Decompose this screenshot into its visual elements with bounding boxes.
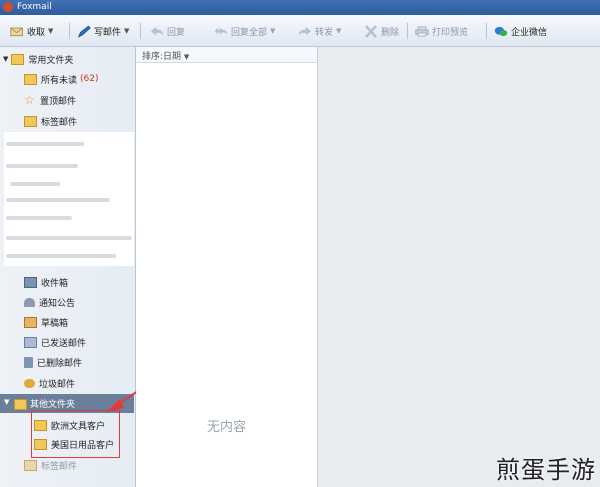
- inbox-icon: [24, 276, 37, 288]
- printer-icon: [415, 25, 429, 37]
- mail-list-pane: 排序:日期 ▼ 无内容: [136, 47, 318, 487]
- chevron-down-icon[interactable]: ▼: [270, 27, 275, 35]
- print-preview-label: 打印预览: [432, 27, 469, 38]
- chevron-down-icon[interactable]: ▼: [336, 27, 341, 35]
- forward-icon: [298, 26, 312, 35]
- draft-icon: [24, 316, 37, 328]
- tag-folder-icon: [24, 115, 37, 127]
- reply-all-icon: [214, 27, 228, 35]
- delete-button[interactable]: 删除: [364, 23, 399, 39]
- sort-header[interactable]: 排序:日期 ▼: [136, 47, 317, 63]
- reading-pane: [318, 47, 600, 487]
- compose-label: 写邮件: [94, 27, 122, 38]
- forward-button[interactable]: 转发 ▼: [298, 23, 341, 39]
- reply-all-button[interactable]: 回复全部 ▼: [214, 23, 275, 39]
- bell-icon: [24, 297, 35, 307]
- deleted-label: 已删除邮件: [37, 358, 83, 369]
- site-watermark: 煎蛋手游: [496, 456, 596, 484]
- junk-label: 垃圾邮件: [39, 379, 76, 390]
- foxmail-logo-icon: [3, 2, 13, 12]
- star-icon: ☆: [24, 93, 35, 107]
- sent-label: 已发送邮件: [41, 338, 87, 349]
- pinned-label: 置顶邮件: [40, 96, 77, 107]
- trash-icon: [24, 356, 33, 368]
- delete-label: 删除: [381, 27, 400, 38]
- inbox-label: 收件箱: [41, 278, 69, 289]
- pen-icon: [77, 25, 91, 38]
- drafts-label: 草稿箱: [41, 318, 69, 329]
- unread-count: (62): [80, 74, 99, 84]
- tagged-label: 标签邮件: [41, 117, 78, 128]
- expand-arrow-icon[interactable]: ▼: [4, 398, 9, 406]
- sent-icon: [24, 336, 37, 348]
- reply-button[interactable]: 回复: [150, 23, 185, 39]
- reply-label: 回复: [167, 27, 186, 38]
- all-unread-label: 所有未读: [41, 75, 78, 86]
- forward-label: 转发: [315, 27, 334, 38]
- redacted-account-area: [4, 132, 134, 266]
- chevron-down-icon: ▼: [183, 53, 190, 61]
- common-folders-label: 常用文件夹: [28, 55, 74, 66]
- reply-all-label: 回复全部: [231, 27, 268, 38]
- chevron-down-icon[interactable]: ▼: [48, 27, 53, 35]
- enterprise-wechat-label: 企业微信: [511, 27, 548, 38]
- delete-x-icon: [365, 24, 377, 38]
- annotation-highlight-box: [31, 410, 120, 458]
- compose-button[interactable]: 写邮件 ▼: [77, 23, 129, 39]
- toolbar: 收取 ▼ 写邮件 ▼ 回复 回复全部 ▼ 转发 ▼ 删除 打印预览 企业微信: [0, 15, 600, 47]
- chevron-down-icon[interactable]: ▼: [124, 27, 129, 35]
- window-title: Foxmail: [17, 2, 52, 12]
- wechat-work-icon: [494, 26, 508, 36]
- reply-icon: [150, 26, 164, 35]
- receive-label: 收取: [27, 27, 46, 38]
- tag-mail-label: 标签邮件: [41, 461, 78, 472]
- folder-icon: [11, 53, 25, 65]
- title-bar: Foxmail: [0, 0, 600, 15]
- junk-icon: [24, 378, 35, 388]
- folder-icon: [14, 399, 27, 410]
- sort-label[interactable]: 排序:日期 ▼: [142, 49, 189, 62]
- tag-folder-icon: [24, 459, 37, 471]
- receive-button[interactable]: 收取 ▼: [10, 23, 53, 39]
- common-folders-group[interactable]: ▼ 常用文件夹: [3, 50, 137, 68]
- empty-state-text: 无内容: [206, 420, 246, 435]
- other-folders-label: 其他文件夹: [30, 400, 76, 410]
- receive-mail-icon: [10, 27, 23, 36]
- folder-icon: [24, 73, 37, 85]
- expand-arrow-icon[interactable]: ▼: [3, 55, 8, 63]
- print-preview-button[interactable]: 打印预览: [415, 23, 468, 39]
- notices-label: 通知公告: [39, 298, 76, 309]
- enterprise-wechat-button[interactable]: 企业微信: [494, 23, 547, 39]
